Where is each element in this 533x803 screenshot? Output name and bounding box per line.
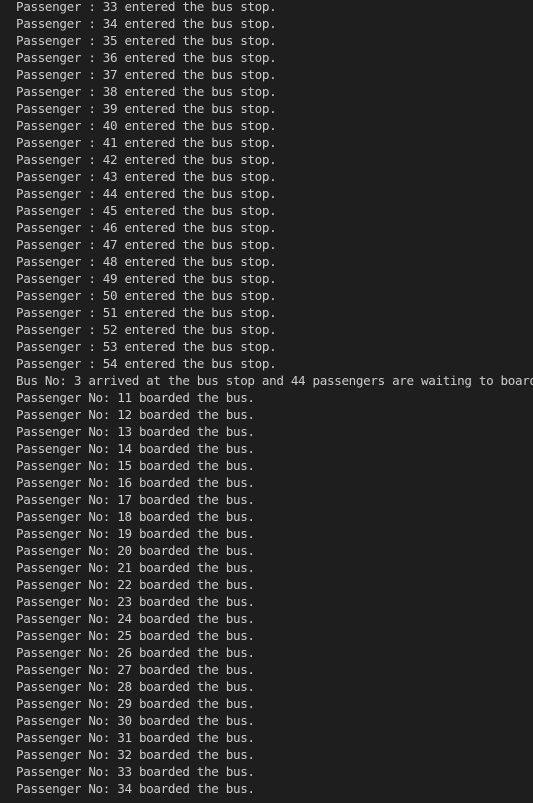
- terminal-line: Passenger : 46 entered the bus stop.: [16, 220, 277, 235]
- terminal-line: Passenger No: 12 boarded the bus.: [16, 407, 255, 422]
- terminal-line: Passenger : 45 entered the bus stop.: [16, 203, 277, 218]
- terminal-output[interactable]: Passenger : 33 entered the bus stop. Pas…: [16, 0, 533, 803]
- terminal-line: Passenger No: 24 boarded the bus.: [16, 611, 255, 626]
- terminal-line: Passenger No: 21 boarded the bus.: [16, 560, 255, 575]
- terminal-line: Passenger : 41 entered the bus stop.: [16, 135, 277, 150]
- terminal-line: Passenger No: 33 boarded the bus.: [16, 764, 255, 779]
- terminal-line: Passenger No: 34 boarded the bus.: [16, 781, 255, 796]
- terminal-line: Passenger No: 18 boarded the bus.: [16, 509, 255, 524]
- terminal-line: Passenger : 43 entered the bus stop.: [16, 169, 277, 184]
- terminal-line: Passenger No: 14 boarded the bus.: [16, 441, 255, 456]
- terminal-line: Passenger No: 19 boarded the bus.: [16, 526, 255, 541]
- terminal-line: Passenger : 42 entered the bus stop.: [16, 152, 277, 167]
- terminal-line: Passenger No: 11 boarded the bus.: [16, 390, 255, 405]
- terminal-line: Passenger : 36 entered the bus stop.: [16, 50, 277, 65]
- terminal-line: Passenger : 47 entered the bus stop.: [16, 237, 277, 252]
- terminal-line: Passenger No: 15 boarded the bus.: [16, 458, 255, 473]
- terminal-line: Passenger No: 23 boarded the bus.: [16, 594, 255, 609]
- terminal-line: Passenger No: 20 boarded the bus.: [16, 543, 255, 558]
- terminal-line: Passenger No: 31 boarded the bus.: [16, 730, 255, 745]
- terminal-line: Passenger : 50 entered the bus stop.: [16, 288, 277, 303]
- terminal-line: Passenger : 54 entered the bus stop.: [16, 356, 277, 371]
- terminal-line: Passenger No: 27 boarded the bus.: [16, 662, 255, 677]
- terminal-line: Passenger : 44 entered the bus stop.: [16, 186, 277, 201]
- terminal-line: Passenger : 49 entered the bus stop.: [16, 271, 277, 286]
- terminal-line: Passenger : 38 entered the bus stop.: [16, 84, 277, 99]
- terminal-line: Passenger No: 17 boarded the bus.: [16, 492, 255, 507]
- terminal-line: Passenger No: 16 boarded the bus.: [16, 475, 255, 490]
- terminal-line: Passenger : 40 entered the bus stop.: [16, 118, 277, 133]
- terminal-line: Bus No: 3 arrived at the bus stop and 44…: [16, 373, 533, 388]
- terminal-line: Passenger : 35 entered the bus stop.: [16, 33, 277, 48]
- terminal-line: Passenger No: 26 boarded the bus.: [16, 645, 255, 660]
- terminal-line: Passenger No: 13 boarded the bus.: [16, 424, 255, 439]
- terminal-line: Passenger : 53 entered the bus stop.: [16, 339, 277, 354]
- terminal-line: Passenger : 37 entered the bus stop.: [16, 67, 277, 82]
- terminal-line: Passenger : 39 entered the bus stop.: [16, 101, 277, 116]
- terminal-line: Passenger : 33 entered the bus stop.: [16, 0, 277, 14]
- terminal-line: Passenger : 34 entered the bus stop.: [16, 16, 277, 31]
- terminal-line: Passenger No: 32 boarded the bus.: [16, 747, 255, 762]
- terminal-line: Passenger No: 29 boarded the bus.: [16, 696, 255, 711]
- terminal-line: Passenger : 48 entered the bus stop.: [16, 254, 277, 269]
- terminal-line: Passenger No: 22 boarded the bus.: [16, 577, 255, 592]
- terminal-line: Passenger No: 25 boarded the bus.: [16, 628, 255, 643]
- terminal-line: Passenger : 52 entered the bus stop.: [16, 322, 277, 337]
- terminal-line: Passenger : 51 entered the bus stop.: [16, 305, 277, 320]
- terminal-line: Passenger No: 30 boarded the bus.: [16, 713, 255, 728]
- terminal-line: Passenger No: 28 boarded the bus.: [16, 679, 255, 694]
